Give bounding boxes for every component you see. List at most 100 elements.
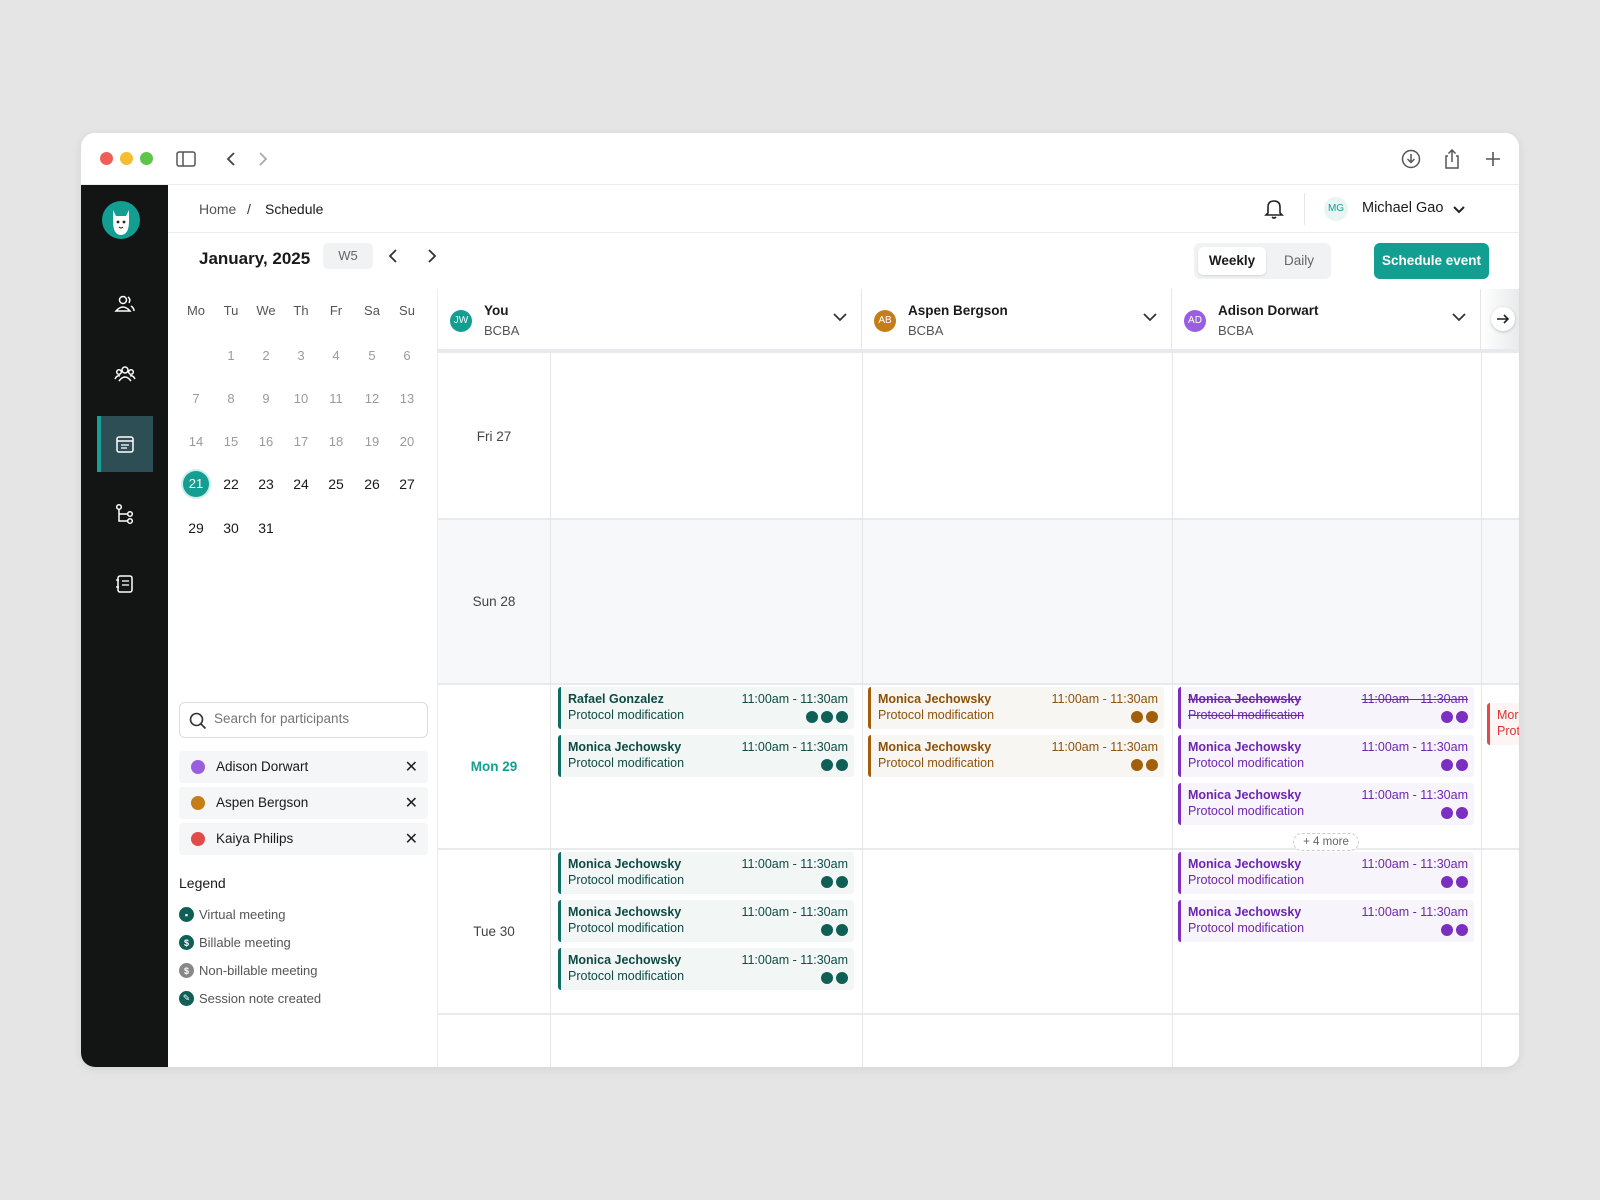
calendar-day[interactable]: 15 (217, 429, 245, 455)
chevron-down-icon[interactable] (1453, 202, 1465, 220)
calendar-day[interactable]: 24 (287, 471, 315, 497)
weekly-tab[interactable]: Weekly (1198, 247, 1266, 275)
event-card[interactable]: Monica Jechowsky Protocol modification 11:… (558, 852, 854, 894)
maximize-window-button[interactable] (140, 152, 153, 165)
forward-icon[interactable] (251, 147, 275, 171)
calendar-day[interactable]: 25 (322, 471, 350, 497)
legend-item: ✎ Session note created (179, 991, 321, 1006)
bell-icon[interactable] (1264, 198, 1284, 225)
chevron-down-icon[interactable] (1143, 312, 1157, 322)
nav-team[interactable] (97, 346, 153, 402)
calendar-day[interactable]: 8 (217, 386, 245, 412)
calendar-day[interactable]: 26 (358, 471, 386, 497)
calendar-day[interactable]: 16 (252, 429, 280, 455)
close-icon[interactable]: ✕ (405, 757, 418, 777)
minimize-window-button[interactable] (120, 152, 133, 165)
calendar-day[interactable]: 5 (358, 343, 386, 369)
calendar-day[interactable]: 14 (182, 429, 210, 455)
nav-workflows[interactable] (97, 486, 153, 542)
event-card[interactable]: Monica Jechowsky Protocol modification 11:… (1178, 900, 1474, 942)
column-header-adison[interactable]: AD Adison Dorwart BCBA (1172, 289, 1481, 353)
nav-clients[interactable] (97, 276, 153, 332)
event-time: 11:00am - 11:30am (741, 857, 848, 871)
more-events-button[interactable]: + 4 more (1293, 833, 1359, 851)
calendar-day[interactable]: 18 (322, 429, 350, 455)
event-card[interactable]: Monica Jechowsky Protocol modification 11:… (1178, 687, 1474, 729)
calendar-day[interactable]: 2 (252, 343, 280, 369)
event-time: 11:00am - 11:30am (741, 953, 848, 967)
calendar-day[interactable]: 4 (322, 343, 350, 369)
event-card-partial[interactable]: Mor Prot (1487, 703, 1519, 745)
column-header-aspen[interactable]: AB Aspen Bergson BCBA (862, 289, 1172, 353)
event-type: Protocol modification (568, 708, 685, 722)
column-divider (1172, 353, 1173, 1067)
event-client: Monica Jechowsky (568, 953, 682, 967)
event-time: 11:00am - 11:30am (1361, 857, 1468, 871)
column-header-you[interactable]: JW You BCBA (438, 289, 862, 353)
sidebar-toggle-icon[interactable] (174, 147, 198, 171)
calendar-day[interactable]: 17 (287, 429, 315, 455)
share-icon[interactable] (1440, 147, 1464, 171)
app-logo[interactable] (102, 201, 140, 239)
event-card[interactable]: Monica Jechowsky Protocol modification 11:… (868, 735, 1164, 777)
event-card[interactable]: Monica Jechowsky Protocol modification 11:… (868, 687, 1164, 729)
calendar-day[interactable]: 31 (252, 515, 280, 541)
search-icon (189, 712, 207, 730)
browser-window: Home / Schedule MG Michael Gao January, … (81, 133, 1519, 1067)
search-input[interactable] (214, 711, 414, 726)
calendar-day[interactable]: 3 (287, 343, 315, 369)
event-card[interactable]: Monica Jechowsky Protocol modification 11:… (1178, 852, 1474, 894)
download-icon[interactable] (1399, 147, 1423, 171)
new-tab-icon[interactable] (1481, 147, 1505, 171)
calendar-day[interactable]: 23 (252, 471, 280, 497)
calendar-day[interactable]: 11 (322, 386, 350, 412)
breadcrumb-separator: / (247, 201, 251, 217)
users-icon (114, 295, 135, 312)
event-card[interactable]: Monica Jechowsky Protocol modification 11:… (1178, 735, 1474, 777)
next-week-icon[interactable] (426, 249, 438, 268)
event-card[interactable]: Monica Jechowsky Protocol modification 11:… (1178, 783, 1474, 825)
event-card[interactable]: Rafael Gonzalez Protocol modification 11:0… (558, 687, 854, 729)
user-name[interactable]: Michael Gao (1362, 200, 1443, 216)
calendar-day[interactable]: 1 (217, 343, 245, 369)
close-window-button[interactable] (100, 152, 113, 165)
calendar-day[interactable]: 30 (217, 515, 245, 541)
back-icon[interactable] (219, 147, 243, 171)
calendar-day[interactable]: 21 (183, 471, 209, 497)
calendar-day[interactable]: 13 (393, 386, 421, 412)
schedule-grid: JW You BCBA AB Aspen Bergson BCBA AD Adi… (438, 289, 1519, 1067)
calendar-day[interactable]: 9 (252, 386, 280, 412)
nav-schedule[interactable] (97, 416, 153, 472)
meeting-type-icon (836, 711, 848, 723)
calendar-day[interactable]: 12 (358, 386, 386, 412)
calendar-day[interactable]: 6 (393, 343, 421, 369)
event-client: Monica Jechowsky (1188, 788, 1302, 802)
close-icon[interactable]: ✕ (405, 829, 418, 849)
prev-week-icon[interactable] (387, 249, 399, 268)
legend-item: $ Non-billable meeting (179, 963, 318, 978)
chevron-down-icon[interactable] (833, 312, 847, 322)
event-card[interactable]: Monica Jechowsky Protocol modification 11:… (558, 735, 854, 777)
scroll-right-icon[interactable] (1491, 307, 1515, 331)
event-type: Protocol modification (568, 756, 685, 770)
schedule-event-button[interactable]: Schedule event (1374, 243, 1489, 279)
nav-notes[interactable] (97, 556, 153, 612)
calendar-day[interactable]: 19 (358, 429, 386, 455)
meeting-type-icon (806, 711, 818, 723)
calendar-day[interactable]: 29 (182, 515, 210, 541)
event-card[interactable]: Monica Jechowsky Protocol modification 11:… (558, 948, 854, 990)
calendar-day[interactable]: 7 (182, 386, 210, 412)
calendar-day[interactable]: 22 (217, 471, 245, 497)
calendar-day[interactable]: 27 (393, 471, 421, 497)
chevron-down-icon[interactable] (1452, 312, 1466, 322)
calendar-day[interactable]: 10 (287, 386, 315, 412)
left-panel: Mo Tu We Th Fr Sa Su 1 2 3 4 5 6 7 8 9 10 11 12 13 14 15 16 17 1… (168, 289, 438, 1067)
breadcrumb-home[interactable]: Home (199, 201, 236, 217)
daily-tab[interactable]: Daily (1274, 247, 1324, 275)
user-avatar[interactable]: MG (1324, 197, 1348, 221)
event-client: Monica Jechowsky (568, 905, 682, 919)
participant-search[interactable] (179, 702, 428, 738)
calendar-day[interactable]: 20 (393, 429, 421, 455)
close-icon[interactable]: ✕ (405, 793, 418, 813)
event-card[interactable]: Monica Jechowsky Protocol modification 11:… (558, 900, 854, 942)
